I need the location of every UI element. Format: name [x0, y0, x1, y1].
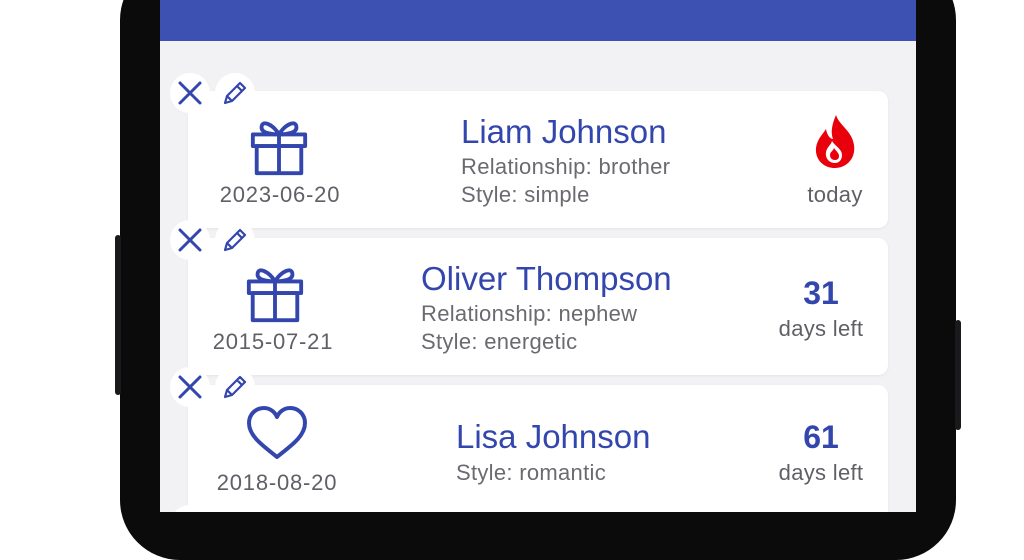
app-screen: 2023-06-20 Liam Johnson Relationship: br…	[160, 0, 916, 512]
event-card[interactable]: 2018-08-20 Lisa Johnson Style: romantic …	[188, 385, 888, 512]
style-text: Style: romantic	[456, 460, 606, 485]
close-icon	[178, 375, 202, 399]
status-text: days left	[778, 460, 864, 485]
status-text: today	[807, 182, 863, 207]
close-icon	[178, 81, 202, 105]
event-card[interactable]: 2015-07-21 Oliver Thompson Relationship:…	[188, 238, 888, 375]
app-bar	[160, 0, 916, 41]
close-icon	[178, 228, 202, 252]
heart-icon	[244, 405, 310, 461]
edit-button[interactable]	[215, 367, 255, 407]
phone-side-button	[115, 235, 121, 395]
edit-button[interactable]	[215, 73, 255, 113]
days-count: 31	[803, 275, 839, 311]
delete-button[interactable]	[170, 220, 210, 260]
event-date: 2015-07-21	[212, 329, 334, 354]
pencil-icon	[223, 81, 247, 105]
pencil-icon	[223, 228, 247, 252]
delete-button[interactable]	[170, 73, 210, 113]
delete-button[interactable]	[170, 367, 210, 407]
flame-icon	[810, 113, 860, 169]
gift-icon	[242, 262, 308, 324]
days-count: 61	[803, 419, 839, 455]
gift-icon	[246, 115, 312, 177]
relationship-text: Relationship: nephew	[421, 301, 638, 326]
style-text: Style: simple	[461, 182, 590, 207]
phone-side-button	[955, 320, 961, 430]
status-text: days left	[778, 316, 864, 341]
pencil-icon	[223, 375, 247, 399]
event-date: 2018-08-20	[216, 470, 338, 495]
relationship-text: Relationship: brother	[461, 154, 671, 179]
person-name: Lisa Johnson	[456, 418, 651, 455]
person-name: Oliver Thompson	[421, 260, 672, 297]
style-text: Style: energetic	[421, 329, 578, 354]
person-name: Liam Johnson	[461, 113, 667, 150]
event-card[interactable]: 2023-06-20 Liam Johnson Relationship: br…	[188, 91, 888, 228]
edit-button[interactable]	[215, 220, 255, 260]
event-date: 2023-06-20	[219, 182, 341, 207]
